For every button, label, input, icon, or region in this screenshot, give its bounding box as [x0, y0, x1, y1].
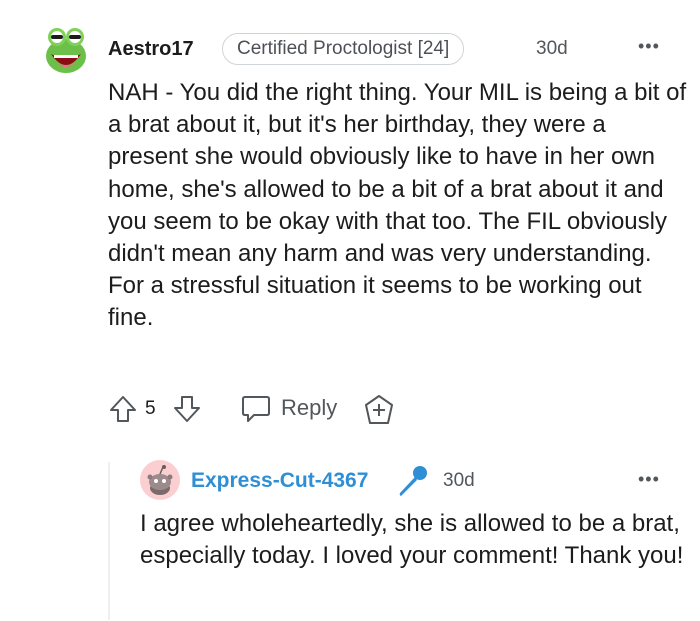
- user-flair-badge: Certified Proctologist [24]: [222, 33, 465, 65]
- snoo-avatar[interactable]: [140, 460, 180, 500]
- downvote-icon[interactable]: [172, 394, 202, 429]
- comment-timestamp[interactable]: 30d: [536, 38, 568, 60]
- comment-username[interactable]: Aestro17: [108, 38, 194, 61]
- microphone-icon: [396, 464, 430, 503]
- reply-username[interactable]: Express-Cut-4367: [191, 469, 368, 493]
- reply-timestamp[interactable]: 30d: [443, 470, 475, 492]
- reply-more-options-icon[interactable]: •••: [638, 469, 660, 490]
- reply-button[interactable]: Reply: [281, 395, 337, 421]
- reply-body: I agree wholeheartedly, she is allowed t…: [140, 510, 684, 570]
- upvote-icon[interactable]: [108, 394, 138, 429]
- vote-score: 5: [145, 398, 156, 419]
- award-icon[interactable]: [362, 393, 396, 432]
- more-options-icon[interactable]: •••: [638, 36, 660, 57]
- speech-bubble-icon[interactable]: [240, 393, 272, 430]
- comment-body: NAH - You did the right thing. Your MIL …: [108, 79, 687, 332]
- thread-line[interactable]: [108, 462, 110, 620]
- kermit-avatar[interactable]: [38, 22, 94, 78]
